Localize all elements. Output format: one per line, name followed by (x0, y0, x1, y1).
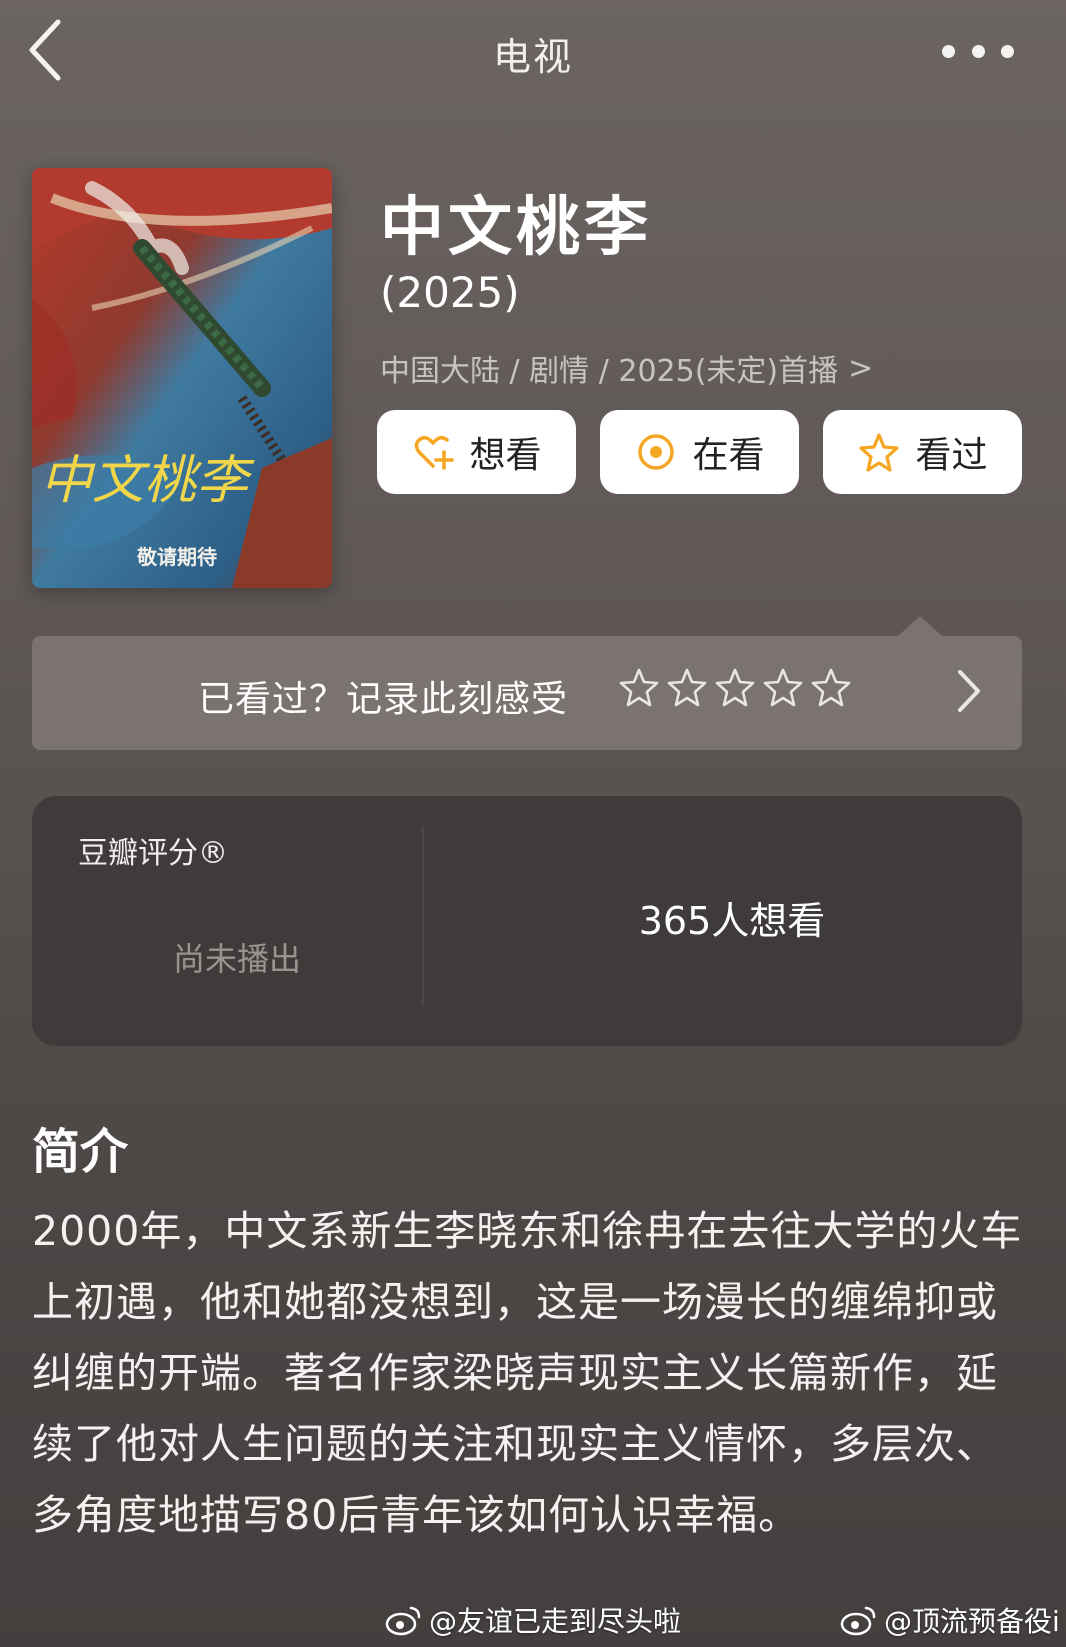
watermark-right: @顶流预备役i (840, 1600, 1060, 1640)
rating-stars[interactable] (618, 666, 852, 708)
weibo-icon (385, 1606, 421, 1636)
score-card: 豆瓣评分® 尚未播出 365人想看 (32, 796, 1022, 1046)
watched-button[interactable]: 看过 (823, 410, 1022, 494)
star-icon (859, 433, 900, 472)
rate-prompt-bar[interactable]: 已看过？记录此刻感受 (32, 616, 1022, 750)
rating-star-4[interactable] (762, 666, 804, 708)
intro-heading: 简介 (32, 1124, 129, 1180)
watermark-right-text: @顶流预备役i (884, 1605, 1060, 1638)
rate-prompt-text: 已看过？记录此刻感受 (198, 679, 569, 720)
chevron-right-icon (958, 670, 980, 712)
rating-star-5[interactable] (810, 666, 852, 708)
want-to-watch-button[interactable]: 想看 (377, 410, 576, 494)
action-buttons: 想看 在看 看过 (377, 410, 1022, 494)
want-label: 想看 (469, 435, 542, 476)
intro-body: 2000年，中文系新生李晓东和徐冉在去往大学的火车上初遇，他和她都没想到，这是一… (32, 1207, 1023, 1539)
watermark-left: @友谊已走到尽头啦 (385, 1600, 681, 1640)
target-circle-icon (638, 434, 675, 470)
weibo-icon (840, 1606, 876, 1636)
top-bar: 电视 (0, 0, 1066, 110)
poster-caption: 敬请期待 (136, 545, 217, 569)
rating-star-3[interactable] (714, 666, 756, 708)
rating-star-2[interactable] (666, 666, 708, 708)
heart-plus-icon (415, 436, 455, 470)
douban-score-label: 豆瓣评分® (78, 836, 228, 871)
show-meta-text: 中国大陆 / 剧情 / 2025(未定)首播 (380, 354, 839, 389)
prompt-caret (898, 616, 942, 636)
watching-label: 在看 (692, 435, 765, 476)
poster-calligraphy: 中文桃李 (40, 451, 255, 511)
watched-label: 看过 (915, 435, 988, 476)
divider (422, 826, 424, 1006)
score-status: 尚未播出 (172, 940, 301, 978)
watching-button[interactable]: 在看 (600, 410, 799, 494)
page-title: 电视 (492, 35, 573, 79)
watermark-left-text: @友谊已走到尽头啦 (429, 1605, 682, 1638)
show-year: (2025) (380, 268, 520, 317)
show-meta-link[interactable]: 中国大陆 / 剧情 / 2025(未定)首播 > (380, 346, 873, 390)
wish-count[interactable]: 365人想看 (442, 890, 1022, 945)
chevron-right-icon: > (848, 350, 874, 386)
show-title: 中文桃李 (380, 191, 652, 265)
rating-star-1[interactable] (618, 666, 660, 708)
more-options-icon[interactable] (942, 36, 1014, 66)
poster-image[interactable]: 中文桃李 敬请期待 (32, 168, 332, 588)
